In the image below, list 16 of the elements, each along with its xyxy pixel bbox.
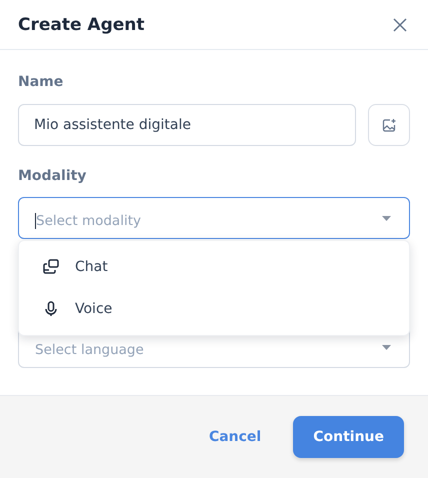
modality-select[interactable]: Select modality xyxy=(18,197,410,239)
caret-icon xyxy=(382,344,391,350)
image-add-button[interactable] xyxy=(368,104,410,146)
menu-option[interactable]: Chat xyxy=(19,246,409,288)
select-placeholder: Select language xyxy=(35,342,144,358)
field-label: Name xyxy=(18,73,64,92)
select-placeholder: Select modality xyxy=(35,213,141,229)
image-add-icon xyxy=(382,118,396,132)
dialog-title: Create Agent xyxy=(18,14,145,34)
chat-icon xyxy=(43,259,59,275)
name-input-field[interactable]: Mio assistente digitale xyxy=(18,104,356,146)
cancel-button[interactable]: Cancel xyxy=(208,416,262,458)
caret-icon xyxy=(382,216,391,220)
continue-button[interactable]: Continue xyxy=(293,416,404,458)
field-label: Modality xyxy=(18,167,86,186)
microphone-icon xyxy=(43,301,59,317)
